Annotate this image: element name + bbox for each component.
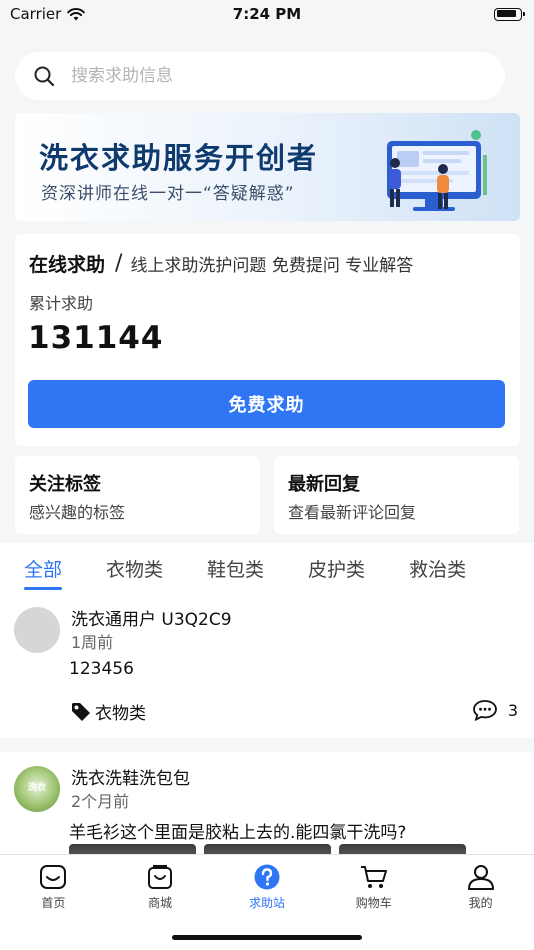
post-time: 1周前 [71,633,114,652]
tab-rescue[interactable]: 救治类 [409,555,466,582]
user-icon [467,865,494,890]
post-item[interactable]: 洗衣通用户 U3Q2C9 1周前 123456 衣物类 3 [0,593,534,738]
post-time: 2个月前 [71,792,130,811]
help-circle-icon [254,864,280,890]
nav-home[interactable]: 首页 [0,863,106,911]
comment-count: 3 [507,700,518,720]
nav-profile[interactable]: 我的 [428,863,534,911]
shopping-bag-icon [148,865,173,889]
banner-subtitle: 资深讲师在线一对一“答疑解惑” [41,184,295,204]
nav-mall[interactable]: 商城 [107,863,213,911]
home-indicator [172,935,362,940]
nav-profile-label: 我的 [468,896,493,910]
post-images [69,844,466,854]
tab-shoes-bags[interactable]: 鞋包类 [207,555,264,582]
help-count-label: 累计求助 [29,294,94,313]
help-title: 在线求助 [29,254,106,276]
free-help-button[interactable]: 免费求助 [28,380,505,428]
post-tag[interactable]: 衣物类 [70,699,146,724]
search-bar[interactable] [15,52,505,100]
help-header: 在线求助 / 线上求助洗护问题 免费提问 专业解答 [29,250,413,277]
help-separator: / [115,251,123,276]
post-comments[interactable]: 3 [472,699,518,721]
online-help-card: 在线求助 / 线上求助洗护问题 免费提问 专业解答 累计求助 131144 免费… [15,234,520,446]
avatar[interactable] [14,607,60,653]
tab-all[interactable]: 全部 [24,555,63,590]
search-icon [34,66,55,87]
avatar[interactable]: 洗衣 [14,766,60,812]
followed-tags-title: 关注标签 [29,474,101,495]
banner-illustration [387,130,487,211]
nav-cart[interactable]: 购物车 [321,863,427,911]
tab-clothing[interactable]: 衣物类 [106,555,163,582]
status-left: Carrier [10,5,86,23]
followed-tags-card[interactable]: 关注标签 感兴趣的标签 [15,456,260,534]
tag-icon [72,702,90,721]
bottom-nav: 首页 商城 求助站 购物车 我的 [0,854,534,950]
post-image[interactable] [204,844,331,854]
banner-title: 洗衣求助服务开创者 [39,141,319,175]
cart-icon [360,866,387,888]
nav-items: 首页 商城 求助站 购物车 我的 [0,855,534,911]
post-tag-label: 衣物类 [95,704,146,724]
post-item[interactable]: 洗衣 洗衣洗鞋洗包包 2个月前 羊毛衫这个里面是胶粘上去的.能四氯干洗吗? [0,752,534,854]
post-text: 羊毛衫这个里面是胶粘上去的.能四氯干洗吗? [69,823,407,843]
latest-replies-title: 最新回复 [288,474,360,495]
nav-cart-label: 购物车 [355,896,392,910]
home-icon [40,865,67,889]
help-count: 131144 [28,320,164,356]
promo-banner[interactable]: 洗衣求助服务开创者 资深讲师在线一对一“答疑解惑” [15,113,520,221]
nav-help-station[interactable]: 求助站 [214,863,320,911]
post-username[interactable]: 洗衣洗鞋洗包包 [71,764,190,789]
battery-icon [494,7,525,21]
tab-list: 全部 衣物类 鞋包类 皮护类 救治类 [24,555,510,590]
nav-help-station-label: 求助站 [248,896,285,910]
tab-leather-care[interactable]: 皮护类 [308,555,365,582]
help-description: 线上求助洗护问题 免费提问 专业解答 [130,256,414,276]
status-bar: Carrier 7:24 PM [0,0,534,28]
post-text: 123456 [69,659,134,679]
post-image[interactable] [339,844,466,854]
comment-icon [472,700,497,721]
search-input[interactable] [71,66,451,86]
carrier-label: Carrier [10,5,62,23]
post-username[interactable]: 洗衣通用户 U3Q2C9 [71,605,232,630]
wifi-icon [67,7,86,20]
latest-replies-subtitle: 查看最新评论回复 [288,503,417,522]
nav-home-label: 首页 [41,896,66,910]
followed-tags-subtitle: 感兴趣的标签 [29,503,126,522]
nav-mall-label: 商城 [148,896,173,910]
post-image[interactable] [69,844,196,854]
avatar-text: 洗衣 [27,783,46,793]
latest-replies-card[interactable]: 最新回复 查看最新评论回复 [274,456,519,534]
category-tabs: 全部 衣物类 鞋包类 皮护类 救治类 [0,543,534,593]
